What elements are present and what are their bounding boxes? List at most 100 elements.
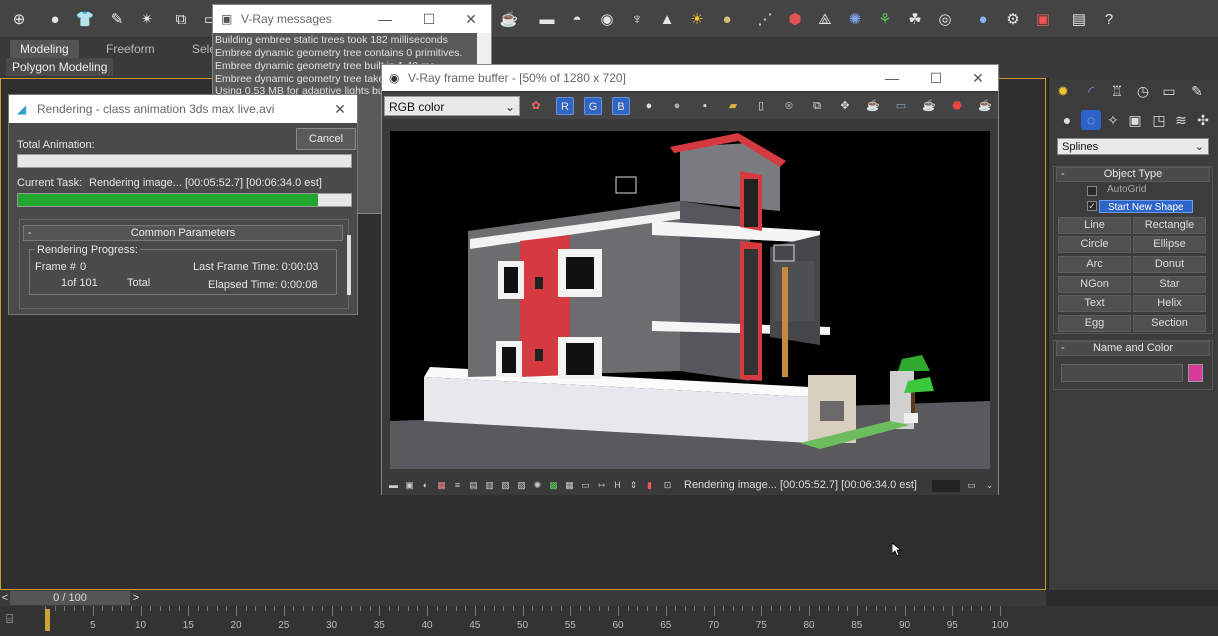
- minimize-icon[interactable]: —: [872, 65, 912, 91]
- time-slider[interactable]: < 0 / 100 >: [0, 590, 1046, 606]
- shapes-icon[interactable]: ◌: [1081, 110, 1101, 130]
- frame-indicator[interactable]: 0 / 100: [10, 591, 130, 605]
- rendering-titlebar[interactable]: ◢ Rendering - class animation 3ds max li…: [9, 95, 357, 123]
- lights-icon[interactable]: ✧: [1103, 110, 1123, 130]
- lut-icon[interactable]: ▨: [516, 480, 527, 491]
- clipboard-icon[interactable]: ▯: [752, 97, 770, 115]
- particles-icon[interactable]: ✴: [136, 8, 158, 30]
- brush-icon[interactable]: ✎: [106, 8, 128, 30]
- help-icon[interactable]: ?: [1098, 8, 1120, 30]
- systems-icon[interactable]: ✣: [1193, 110, 1213, 130]
- create-tab-icon[interactable]: ✹: [1053, 81, 1073, 101]
- green-channel-button[interactable]: G: [584, 97, 602, 115]
- object-name-input[interactable]: [1061, 364, 1183, 382]
- ambient-light-icon[interactable]: ●: [716, 8, 738, 30]
- ngon-button[interactable]: NGon: [1058, 276, 1131, 293]
- mono-icon[interactable]: ●: [668, 97, 686, 115]
- settings-window-icon[interactable]: ⚙: [1002, 8, 1024, 30]
- dialog-scrollbar[interactable]: [347, 235, 351, 295]
- material-icon[interactable]: ●: [972, 8, 994, 30]
- lens-icon[interactable]: ▣: [404, 480, 415, 491]
- render-region-icon[interactable]: ▣: [1032, 8, 1054, 30]
- render-icon[interactable]: ☕: [864, 97, 882, 115]
- maximize-icon[interactable]: ☐: [409, 5, 449, 33]
- fur-icon[interactable]: ⚘: [874, 8, 896, 30]
- clear-icon[interactable]: ⊗: [780, 97, 798, 115]
- object-type-header[interactable]: - Object Type: [1056, 167, 1210, 182]
- motion-tab-icon[interactable]: ◷: [1133, 81, 1153, 101]
- teapot-render-icon[interactable]: ☕: [498, 8, 520, 30]
- new-scene-icon[interactable]: ⊕: [8, 8, 30, 30]
- vfb-titlebar[interactable]: ◉ V-Ray frame buffer - [50% of 1280 x 72…: [382, 65, 998, 91]
- sphere-light-icon[interactable]: ◉: [596, 8, 618, 30]
- spacewarps-icon[interactable]: ≋: [1171, 110, 1191, 130]
- levels-icon[interactable]: ≡: [452, 480, 463, 491]
- geometry-icon[interactable]: ●: [1057, 110, 1077, 130]
- expand-icon[interactable]: ⌄: [984, 480, 995, 491]
- flare-icon[interactable]: ✺: [532, 480, 543, 491]
- ocio-icon[interactable]: ▦: [564, 480, 575, 491]
- save-icon[interactable]: ▪: [696, 97, 714, 115]
- category-dropdown[interactable]: Splines ⌄: [1057, 138, 1209, 155]
- teapot-icon[interactable]: ☕: [976, 97, 994, 115]
- maximize-icon[interactable]: ☐: [916, 65, 956, 91]
- name-color-header[interactable]: - Name and Color: [1056, 341, 1210, 356]
- mesh-icon[interactable]: ⬢: [784, 8, 806, 30]
- shirt-icon[interactable]: 👕: [74, 8, 96, 30]
- environment-icon[interactable]: ✺: [844, 8, 866, 30]
- time-prev-button[interactable]: <: [0, 590, 10, 606]
- common-params-header[interactable]: - Common Parameters: [23, 225, 343, 241]
- current-time-marker[interactable]: [45, 609, 50, 631]
- hair-icon[interactable]: ☘: [904, 8, 926, 30]
- rectangle-button[interactable]: Rectangle: [1133, 217, 1206, 234]
- horizontal-flip-icon[interactable]: ⇿: [596, 480, 607, 491]
- utilities-tab-icon[interactable]: ✎: [1187, 81, 1207, 101]
- plane-light-icon[interactable]: ▬: [536, 8, 558, 30]
- stop-icon[interactable]: ⬣: [948, 97, 966, 115]
- cancel-button[interactable]: Cancel: [296, 128, 356, 150]
- close-icon[interactable]: ✕: [451, 5, 491, 33]
- ies-light-icon[interactable]: ♆: [626, 8, 648, 30]
- display-tab-icon[interactable]: ▭: [1159, 81, 1179, 101]
- close-icon[interactable]: ✕: [325, 95, 355, 123]
- dome-light-icon[interactable]: ◓: [566, 8, 588, 30]
- vertical-flip-icon[interactable]: ⇕: [628, 480, 639, 491]
- h-icon[interactable]: H: [612, 480, 623, 491]
- tab-modeling[interactable]: Modeling: [10, 40, 79, 58]
- region-icon[interactable]: ▭: [892, 97, 910, 115]
- alpha-icon[interactable]: ●: [640, 97, 658, 115]
- keyframe-icon[interactable]: ⧉: [170, 8, 192, 30]
- egg-button[interactable]: Egg: [1058, 315, 1131, 332]
- track-bar[interactable]: ⌸ 5 10 15 20 25 30 35 40 45 50 55 60 65 70 75 80 85 90 95 1…: [0, 606, 1218, 636]
- blue-channel-button[interactable]: B: [612, 97, 630, 115]
- close-icon[interactable]: ✕: [958, 65, 998, 91]
- object-color-swatch[interactable]: [1188, 364, 1203, 382]
- cone-light-icon[interactable]: ▲: [656, 8, 678, 30]
- compare-icon[interactable]: ◐: [420, 480, 431, 491]
- text-button[interactable]: Text: [1058, 295, 1131, 312]
- channel-dropdown[interactable]: RGB color ⌄: [384, 96, 520, 116]
- donut-button[interactable]: Donut: [1133, 256, 1206, 273]
- hierarchy-tab-icon[interactable]: ♖: [1107, 81, 1127, 101]
- tab-freeform[interactable]: Freeform: [96, 40, 165, 58]
- star-button[interactable]: Star: [1133, 276, 1206, 293]
- color-wheel-icon[interactable]: ✿: [527, 97, 545, 115]
- window-icon[interactable]: ▭: [966, 480, 977, 491]
- minimize-icon[interactable]: —: [365, 5, 405, 33]
- channels-icon[interactable]: ▮: [644, 480, 655, 491]
- modify-tab-icon[interactable]: ◜: [1081, 81, 1101, 101]
- exposure-icon[interactable]: ▧: [500, 480, 511, 491]
- info-icon[interactable]: ⊡: [662, 480, 673, 491]
- filter-icon[interactable]: ⌸: [6, 612, 24, 626]
- plane-icon[interactable]: ⟁: [814, 8, 836, 30]
- helpers-icon[interactable]: ◳: [1149, 110, 1169, 130]
- cameras-icon[interactable]: ▣: [1125, 110, 1145, 130]
- section-button[interactable]: Section: [1133, 315, 1206, 332]
- line-button[interactable]: Line: [1058, 217, 1131, 234]
- red-channel-button[interactable]: R: [556, 97, 574, 115]
- sun-icon[interactable]: ☀: [686, 8, 708, 30]
- history-icon[interactable]: ▬: [388, 480, 399, 491]
- color-correction-icon[interactable]: ▦: [436, 480, 447, 491]
- srgb-icon[interactable]: ▩: [548, 480, 559, 491]
- start-new-shape-button[interactable]: Start New Shape: [1099, 200, 1193, 213]
